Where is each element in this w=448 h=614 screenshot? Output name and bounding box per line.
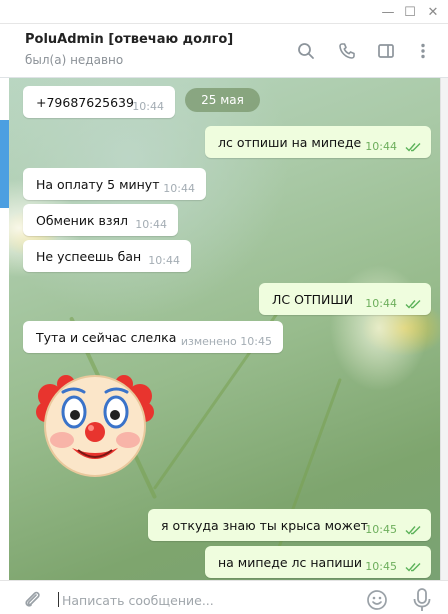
message-text: Не успеешь бан (36, 248, 142, 264)
maximize-window-button[interactable]: ☐ (400, 3, 420, 21)
message-outgoing[interactable]: я откуда знаю ты крыса может 10:45 (148, 509, 431, 541)
chat-status: был(а) недавно (25, 53, 124, 67)
message-time: 10:45 (365, 560, 397, 573)
dialog-list-edge (0, 78, 9, 580)
emoji-icon[interactable] (366, 589, 388, 611)
message-time: 10:44 (365, 297, 397, 310)
message-time: 10:45 (365, 523, 397, 536)
phone-icon[interactable] (334, 38, 360, 64)
message-text: На оплату 5 минут (36, 176, 160, 192)
message-incoming[interactable]: Тута и сейчас слелка изменено 10:45 (23, 321, 283, 353)
message-text: на мипеде лс напиши (218, 554, 363, 570)
clown-face-sticker[interactable] (36, 370, 154, 482)
message-time: 10:44 (135, 218, 167, 231)
message-text: ЛС ОТПИШИ (272, 291, 354, 307)
message-input[interactable] (62, 590, 292, 610)
message-incoming[interactable]: +79687625639 10:44 (23, 86, 175, 118)
scrollbar[interactable] (440, 78, 448, 580)
minimize-window-button[interactable]: — (378, 3, 398, 21)
paperclip-icon[interactable] (22, 589, 42, 611)
read-checkmarks-icon (405, 143, 421, 152)
message-incoming[interactable]: Обменик взял 10:44 (23, 204, 178, 236)
read-checkmarks-icon (405, 300, 421, 309)
message-text: +79687625639 (36, 94, 134, 110)
message-text: Обменик взял (36, 212, 129, 228)
message-time: 10:44 (365, 140, 397, 153)
message-outgoing[interactable]: на мипеде лс напиши 10:45 (205, 546, 431, 578)
selected-dialog-indicator (0, 120, 9, 208)
message-text: я откуда знаю ты крыса может (161, 517, 368, 533)
message-text: лс отпиши на мипеде (218, 134, 362, 150)
message-text: Тута и сейчас слелка (36, 329, 177, 345)
date-separator: 25 мая (185, 88, 260, 112)
chat-title[interactable]: PoluAdmin [отвечаю долго] (25, 32, 233, 47)
message-composer (0, 580, 448, 614)
read-checkmarks-icon (405, 526, 421, 535)
message-incoming[interactable]: Не успеешь бан 10:44 (23, 240, 191, 272)
more-vertical-icon[interactable] (410, 38, 436, 64)
message-time: 10:44 (132, 100, 164, 113)
sidebar-toggle-icon[interactable] (373, 38, 399, 64)
search-icon[interactable] (293, 38, 319, 64)
text-cursor (58, 592, 59, 607)
message-time: 10:44 (148, 254, 180, 267)
chat-header: PoluAdmin [отвечаю долго] был(а) недавно (0, 24, 448, 78)
close-window-button[interactable]: ✕ (423, 3, 443, 21)
message-outgoing[interactable]: ЛС ОТПИШИ 10:44 (259, 283, 431, 315)
message-edited-time: изменено 10:45 (180, 335, 272, 348)
read-checkmarks-icon (405, 563, 421, 572)
microphone-icon[interactable] (410, 587, 434, 613)
message-outgoing[interactable]: лс отпиши на мипеде 10:44 (205, 126, 431, 158)
message-time: 10:44 (163, 182, 195, 195)
message-incoming[interactable]: На оплату 5 минут 10:44 (23, 168, 206, 200)
window-title-bar: — ☐ ✕ (0, 0, 448, 24)
